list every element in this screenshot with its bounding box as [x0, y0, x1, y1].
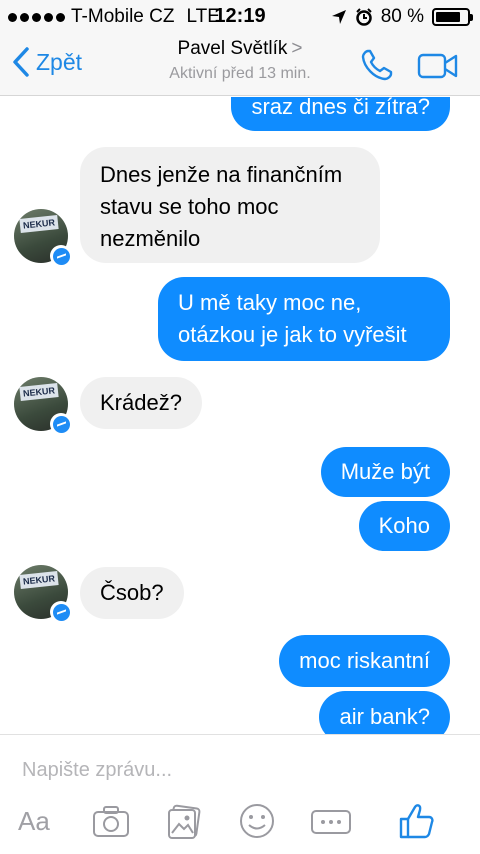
- camera-icon[interactable]: [92, 801, 130, 841]
- composer-toolbar: Aa: [0, 801, 480, 845]
- contact-avatar[interactable]: NEKUR: [14, 209, 72, 267]
- photo-gallery-icon[interactable]: [166, 801, 202, 841]
- messenger-badge-icon: [50, 601, 72, 623]
- message-text: Čsob?: [100, 580, 164, 605]
- message-bubble-outgoing[interactable]: moc riskantní: [279, 635, 450, 687]
- message-bubble-incoming[interactable]: Krádež?: [80, 377, 202, 429]
- message-bubble-outgoing[interactable]: Koho: [358, 501, 450, 551]
- message-text: Muže být: [340, 459, 430, 484]
- messenger-badge-icon: [50, 413, 72, 435]
- contact-name[interactable]: Pavel Světlík: [178, 38, 288, 59]
- chevron-right-icon: >: [291, 38, 303, 59]
- emoji-icon[interactable]: [238, 801, 276, 841]
- composer: Aa: [0, 734, 480, 854]
- message-input[interactable]: [22, 753, 462, 787]
- contact-avatar[interactable]: NEKUR: [14, 565, 72, 623]
- message-text: air bank?: [339, 704, 430, 729]
- location-arrow-icon: [331, 10, 346, 24]
- text-format-button[interactable]: Aa: [18, 801, 50, 841]
- battery-percent: 80 %: [380, 6, 424, 27]
- message-text: Krádež?: [100, 390, 182, 415]
- message-bubble-incoming[interactable]: Čsob?: [80, 567, 184, 619]
- message-text: sraz dnes či zítra?: [251, 97, 430, 119]
- avatar-sign: NEKUR: [19, 383, 59, 401]
- message-text: Dnes jenže na finančním stavu se toho mo…: [100, 162, 343, 251]
- alarm-icon: [355, 8, 372, 26]
- phone-icon[interactable]: [360, 48, 394, 82]
- message-bubble-outgoing[interactable]: sraz dnes či zítra?: [231, 97, 450, 131]
- avatar-sign: NEKUR: [19, 571, 59, 589]
- message-text: U mě taky moc ne, otázkou je jak to vyře…: [178, 290, 407, 347]
- avatar-sign: NEKUR: [19, 215, 59, 233]
- message-bubble-outgoing[interactable]: air bank?: [319, 691, 450, 734]
- more-icon[interactable]: [310, 801, 352, 841]
- conversation-header: Zpět Pavel Světlík > Aktivní před 13 min.: [0, 34, 480, 96]
- message-list[interactable]: sraz dnes či zítra? Dnes jenže na finanč…: [0, 97, 480, 734]
- message-bubble-incoming[interactable]: Dnes jenže na finančním stavu se toho mo…: [80, 147, 380, 263]
- thumbs-up-icon[interactable]: [398, 801, 436, 841]
- contact-avatar[interactable]: NEKUR: [14, 377, 72, 435]
- contact-info[interactable]: Pavel Světlík > Aktivní před 13 min.: [0, 38, 480, 83]
- status-bar: T-Mobile CZ LTE 12:19 80 %: [0, 0, 480, 34]
- message-bubble-outgoing[interactable]: Muže být: [320, 447, 450, 497]
- status-right: 80 %: [331, 6, 473, 28]
- message-text: moc riskantní: [299, 648, 430, 673]
- messenger-badge-icon: [50, 245, 72, 267]
- active-status: Aktivní před 13 min.: [169, 65, 311, 82]
- video-camera-icon[interactable]: [417, 52, 459, 80]
- message-text: Koho: [378, 513, 430, 538]
- message-bubble-outgoing[interactable]: U mě taky moc ne, otázkou je jak to vyře…: [158, 277, 450, 361]
- battery-icon: [432, 8, 473, 26]
